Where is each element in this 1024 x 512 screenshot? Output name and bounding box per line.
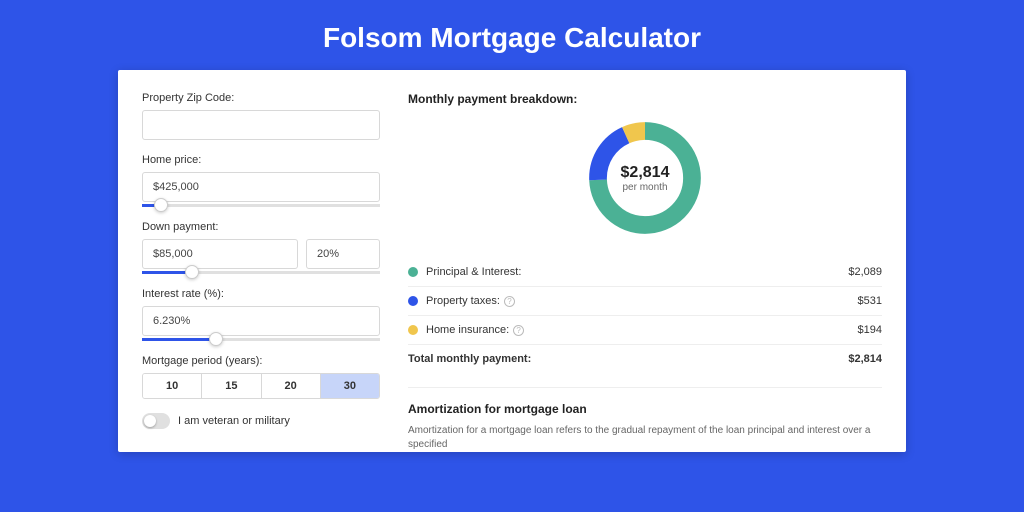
- legend-swatch: [408, 267, 418, 277]
- legend-label: Principal & Interest:: [426, 266, 848, 278]
- legend-label: Property taxes:?: [426, 295, 858, 307]
- page-title: Folsom Mortgage Calculator: [0, 0, 1024, 70]
- veteran-toggle[interactable]: [142, 413, 170, 429]
- form-panel: Property Zip Code: Home price: Down paym…: [142, 92, 380, 452]
- zip-label: Property Zip Code:: [142, 92, 380, 104]
- veteran-toggle-label: I am veteran or military: [178, 415, 290, 427]
- period-options: 10152030: [142, 373, 380, 399]
- donut-chart-wrap: $2,814 per month: [408, 116, 882, 240]
- interest-rate-input[interactable]: [142, 306, 380, 336]
- help-icon[interactable]: ?: [513, 325, 524, 336]
- home-price-slider-thumb[interactable]: [154, 198, 168, 212]
- legend-swatch: [408, 296, 418, 306]
- field-interest-rate: Interest rate (%):: [142, 288, 380, 341]
- donut-chart: $2,814 per month: [583, 116, 707, 240]
- veteran-toggle-knob: [144, 415, 156, 427]
- down-payment-slider[interactable]: [142, 271, 380, 274]
- home-price-slider[interactable]: [142, 204, 380, 207]
- down-payment-pct-input[interactable]: [306, 239, 380, 269]
- period-option-20[interactable]: 20: [262, 374, 321, 398]
- down-payment-slider-thumb[interactable]: [185, 265, 199, 279]
- amortization-title: Amortization for mortgage loan: [408, 402, 882, 416]
- legend-value: $2,089: [848, 266, 882, 278]
- period-option-15[interactable]: 15: [202, 374, 261, 398]
- amortization-text: Amortization for a mortgage loan refers …: [408, 424, 882, 452]
- field-down-payment: Down payment:: [142, 221, 380, 274]
- field-home-price: Home price:: [142, 154, 380, 207]
- legend-swatch: [408, 325, 418, 335]
- home-price-label: Home price:: [142, 154, 380, 166]
- period-option-30[interactable]: 30: [321, 374, 379, 398]
- interest-rate-label: Interest rate (%):: [142, 288, 380, 300]
- down-payment-input[interactable]: [142, 239, 298, 269]
- breakdown-title: Monthly payment breakdown:: [408, 92, 882, 106]
- interest-rate-slider-thumb[interactable]: [209, 332, 223, 346]
- legend-row: Principal & Interest:$2,089: [408, 258, 882, 287]
- donut-amount: $2,814: [621, 164, 670, 182]
- field-period: Mortgage period (years): 10152030: [142, 355, 380, 399]
- zip-input[interactable]: [142, 110, 380, 140]
- help-icon[interactable]: ?: [504, 296, 515, 307]
- legend-label: Home insurance:?: [426, 324, 858, 336]
- calculator-card: Property Zip Code: Home price: Down paym…: [118, 70, 906, 452]
- legend: Principal & Interest:$2,089Property taxe…: [408, 258, 882, 373]
- legend-row: Property taxes:?$531: [408, 287, 882, 316]
- breakdown-panel: Monthly payment breakdown: $2,814 per mo…: [408, 92, 882, 452]
- legend-value: $194: [858, 324, 882, 336]
- legend-row: Home insurance:?$194: [408, 316, 882, 345]
- legend-total-label: Total monthly payment:: [408, 353, 848, 365]
- legend-value: $531: [858, 295, 882, 307]
- amortization-block: Amortization for mortgage loan Amortizat…: [408, 387, 882, 452]
- field-zip: Property Zip Code:: [142, 92, 380, 140]
- down-payment-label: Down payment:: [142, 221, 380, 233]
- legend-total-row: Total monthly payment:$2,814: [408, 345, 882, 373]
- legend-total-value: $2,814: [848, 353, 882, 365]
- period-option-10[interactable]: 10: [143, 374, 202, 398]
- donut-sub: per month: [622, 182, 667, 193]
- veteran-toggle-row: I am veteran or military: [142, 413, 380, 429]
- interest-rate-slider[interactable]: [142, 338, 380, 341]
- home-price-input[interactable]: [142, 172, 380, 202]
- period-label: Mortgage period (years):: [142, 355, 380, 367]
